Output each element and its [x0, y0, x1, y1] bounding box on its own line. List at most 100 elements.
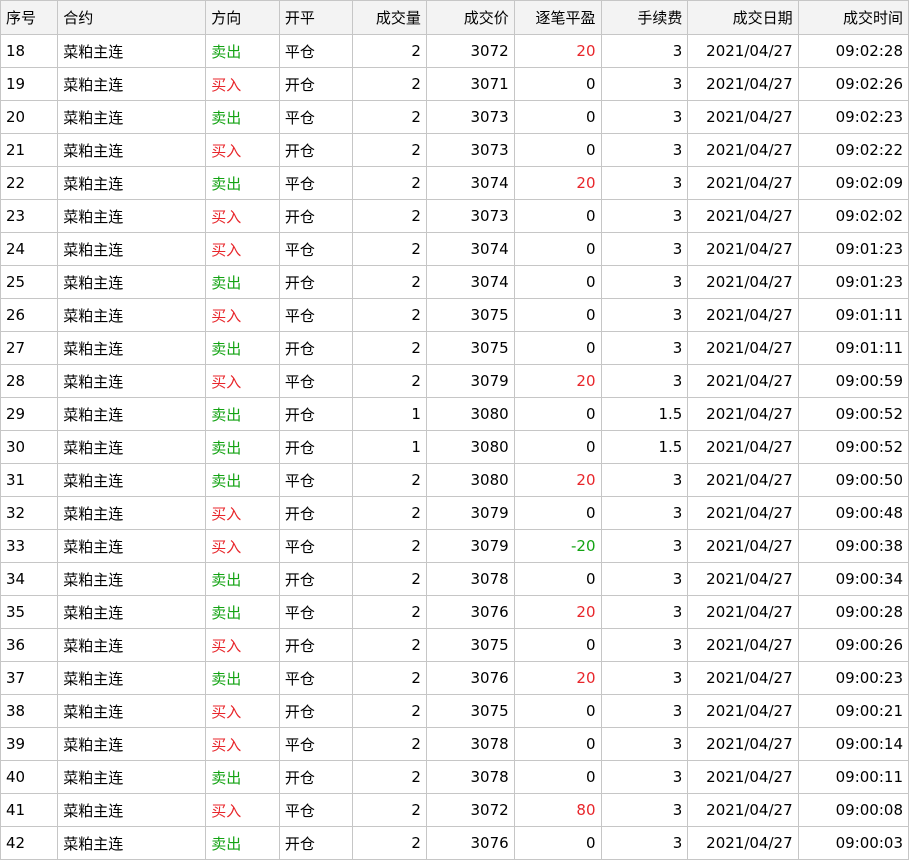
cell-fee: 3 [600, 661, 689, 695]
cell-volume: 1 [352, 430, 427, 464]
col-header-price[interactable]: 成交价 [425, 0, 515, 35]
cell-time: 09:00:59 [797, 364, 909, 398]
table-row[interactable]: 23 菜粕主连 买入 开仓 2 3073 0 3 2021/04/27 09:02:02 [0, 199, 909, 233]
cell-price: 3075 [425, 298, 515, 332]
cell-seq: 29 [0, 397, 59, 431]
cell-volume: 2 [352, 34, 427, 68]
cell-volume: 2 [352, 100, 427, 134]
cell-direction: 卖出 [205, 430, 280, 464]
cell-volume: 2 [352, 562, 427, 596]
table-row[interactable]: 30 菜粕主连 卖出 开仓 1 3080 0 1.5 2021/04/27 09:00:52 [0, 430, 909, 464]
table-row[interactable]: 21 菜粕主连 买入 开仓 2 3073 0 3 2021/04/27 09:02:22 [0, 133, 909, 167]
cell-openclose: 平仓 [278, 463, 354, 497]
cell-direction: 卖出 [205, 760, 280, 794]
cell-fee: 3 [600, 100, 689, 134]
cell-time: 09:00:11 [797, 760, 909, 794]
cell-pnl: 80 [513, 793, 602, 827]
cell-date: 2021/04/27 [687, 496, 799, 530]
cell-volume: 2 [352, 496, 427, 530]
cell-pnl: 0 [513, 67, 602, 101]
table-row[interactable]: 26 菜粕主连 买入 平仓 2 3075 0 3 2021/04/27 09:01:11 [0, 298, 909, 332]
table-row[interactable]: 34 菜粕主连 卖出 开仓 2 3078 0 3 2021/04/27 09:00:34 [0, 562, 909, 596]
cell-contract: 菜粕主连 [57, 628, 207, 662]
cell-fee: 3 [600, 628, 689, 662]
table-row[interactable]: 41 菜粕主连 买入 平仓 2 3072 80 3 2021/04/27 09:00:08 [0, 793, 909, 827]
table-row[interactable]: 37 菜粕主连 卖出 平仓 2 3076 20 3 2021/04/27 09:00:23 [0, 661, 909, 695]
cell-openclose: 开仓 [278, 397, 354, 431]
cell-volume: 2 [352, 133, 427, 167]
table-row[interactable]: 28 菜粕主连 买入 平仓 2 3079 20 3 2021/04/27 09:00:59 [0, 364, 909, 398]
col-header-pnl[interactable]: 逐笔平盈 [513, 0, 602, 35]
cell-price: 3073 [425, 199, 515, 233]
cell-direction: 买入 [205, 298, 280, 332]
cell-time: 09:00:03 [797, 826, 909, 860]
table-row[interactable]: 32 菜粕主连 买入 开仓 2 3079 0 3 2021/04/27 09:00:48 [0, 496, 909, 530]
cell-seq: 28 [0, 364, 59, 398]
cell-openclose: 平仓 [278, 100, 354, 134]
cell-direction: 卖出 [205, 265, 280, 299]
table-row[interactable]: 18 菜粕主连 卖出 平仓 2 3072 20 3 2021/04/27 09:02:28 [0, 34, 909, 68]
table-row[interactable]: 31 菜粕主连 卖出 平仓 2 3080 20 3 2021/04/27 09:00:50 [0, 463, 909, 497]
cell-openclose: 开仓 [278, 331, 354, 365]
table-row[interactable]: 29 菜粕主连 卖出 开仓 1 3080 0 1.5 2021/04/27 09:00:52 [0, 397, 909, 431]
cell-time: 09:00:21 [797, 694, 909, 728]
table-row[interactable]: 42 菜粕主连 卖出 开仓 2 3076 0 3 2021/04/27 09:00:03 [0, 826, 909, 860]
table-row[interactable]: 33 菜粕主连 买入 平仓 2 3079 -20 3 2021/04/27 09:00:38 [0, 529, 909, 563]
cell-direction: 卖出 [205, 397, 280, 431]
cell-direction: 买入 [205, 694, 280, 728]
cell-pnl: 20 [513, 661, 602, 695]
cell-pnl: -20 [513, 529, 602, 563]
cell-openclose: 平仓 [278, 232, 354, 266]
table-row[interactable]: 24 菜粕主连 买入 平仓 2 3074 0 3 2021/04/27 09:01:23 [0, 232, 909, 266]
cell-contract: 菜粕主连 [57, 463, 207, 497]
cell-seq: 31 [0, 463, 59, 497]
col-header-contract[interactable]: 合约 [57, 0, 207, 35]
cell-fee: 3 [600, 232, 689, 266]
table-row[interactable]: 27 菜粕主连 卖出 开仓 2 3075 0 3 2021/04/27 09:01:11 [0, 331, 909, 365]
table-row[interactable]: 40 菜粕主连 卖出 开仓 2 3078 0 3 2021/04/27 09:00:11 [0, 760, 909, 794]
cell-time: 09:00:23 [797, 661, 909, 695]
cell-volume: 2 [352, 166, 427, 200]
table-row[interactable]: 22 菜粕主连 卖出 平仓 2 3074 20 3 2021/04/27 09:02:09 [0, 166, 909, 200]
cell-contract: 菜粕主连 [57, 496, 207, 530]
cell-time: 09:00:08 [797, 793, 909, 827]
cell-date: 2021/04/27 [687, 232, 799, 266]
cell-contract: 菜粕主连 [57, 595, 207, 629]
cell-pnl: 20 [513, 595, 602, 629]
cell-pnl: 0 [513, 232, 602, 266]
cell-openclose: 平仓 [278, 34, 354, 68]
col-header-openclose[interactable]: 开平 [278, 0, 354, 35]
cell-time: 09:00:34 [797, 562, 909, 596]
cell-time: 09:00:48 [797, 496, 909, 530]
cell-volume: 2 [352, 298, 427, 332]
table-row[interactable]: 38 菜粕主连 买入 开仓 2 3075 0 3 2021/04/27 09:00:21 [0, 694, 909, 728]
cell-direction: 买入 [205, 232, 280, 266]
col-header-date[interactable]: 成交日期 [687, 0, 799, 35]
table-row[interactable]: 35 菜粕主连 卖出 平仓 2 3076 20 3 2021/04/27 09:00:28 [0, 595, 909, 629]
table-row[interactable]: 25 菜粕主连 卖出 开仓 2 3074 0 3 2021/04/27 09:01:23 [0, 265, 909, 299]
cell-contract: 菜粕主连 [57, 34, 207, 68]
cell-volume: 2 [352, 727, 427, 761]
col-header-direction[interactable]: 方向 [205, 0, 280, 35]
cell-price: 3078 [425, 562, 515, 596]
cell-openclose: 平仓 [278, 727, 354, 761]
col-header-volume[interactable]: 成交量 [352, 0, 427, 35]
cell-pnl: 0 [513, 430, 602, 464]
table-row[interactable]: 36 菜粕主连 买入 开仓 2 3075 0 3 2021/04/27 09:00:26 [0, 628, 909, 662]
cell-time: 09:02:28 [797, 34, 909, 68]
cell-openclose: 开仓 [278, 496, 354, 530]
cell-seq: 35 [0, 595, 59, 629]
cell-openclose: 开仓 [278, 628, 354, 662]
col-header-time[interactable]: 成交时间 [797, 0, 909, 35]
table-row[interactable]: 19 菜粕主连 买入 开仓 2 3071 0 3 2021/04/27 09:02:26 [0, 67, 909, 101]
cell-fee: 3 [600, 364, 689, 398]
cell-openclose: 平仓 [278, 529, 354, 563]
col-header-fee[interactable]: 手续费 [600, 0, 689, 35]
col-header-seq[interactable]: 序号 [0, 0, 59, 35]
table-row[interactable]: 20 菜粕主连 卖出 平仓 2 3073 0 3 2021/04/27 09:02:23 [0, 100, 909, 134]
cell-price: 3076 [425, 826, 515, 860]
cell-direction: 卖出 [205, 562, 280, 596]
cell-fee: 1.5 [600, 430, 689, 464]
table-row[interactable]: 39 菜粕主连 买入 平仓 2 3078 0 3 2021/04/27 09:00:14 [0, 727, 909, 761]
cell-price: 3073 [425, 133, 515, 167]
